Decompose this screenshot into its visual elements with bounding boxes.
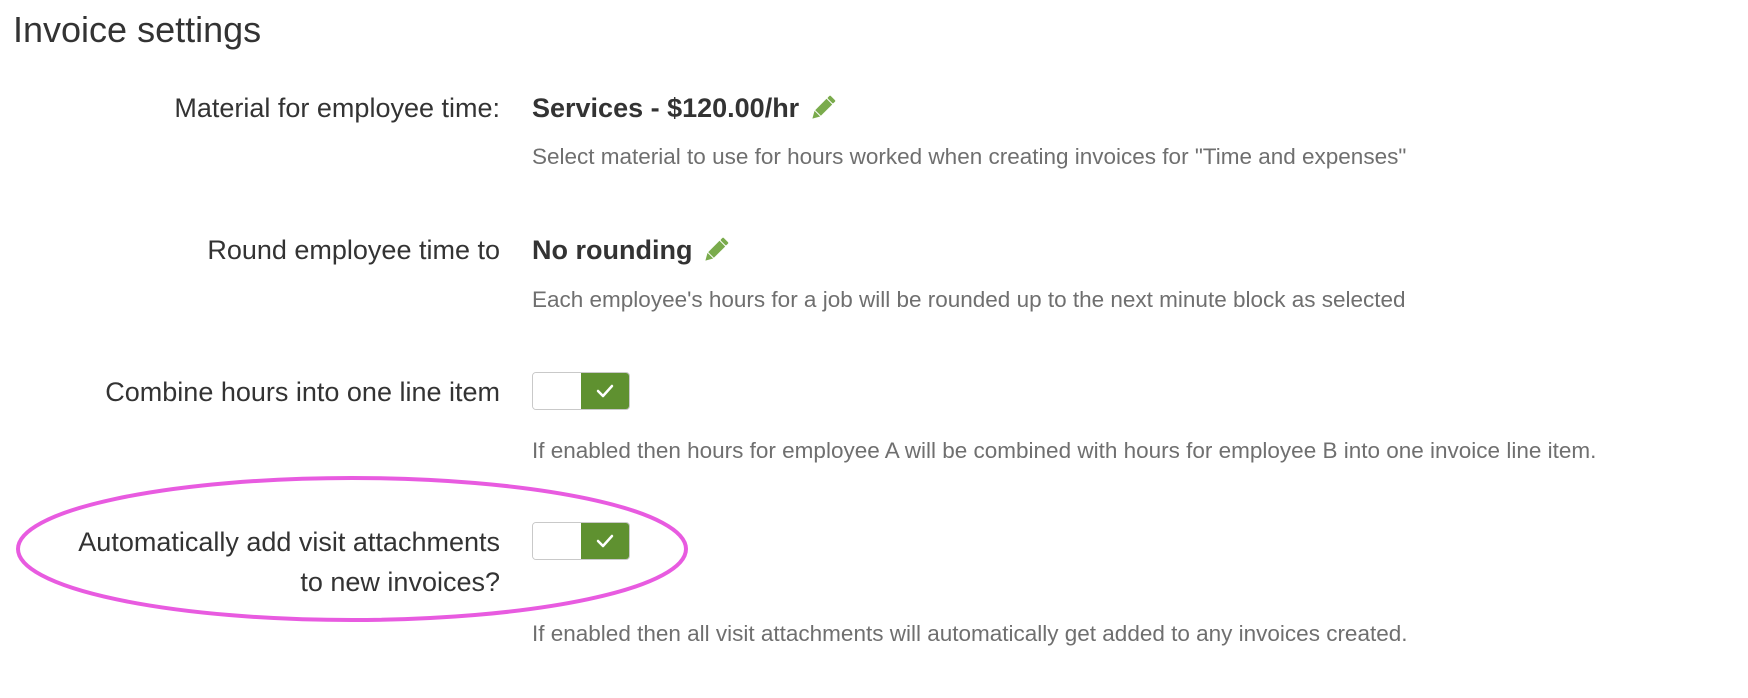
rounding-label: Round employee time to	[207, 235, 500, 265]
toggle-off-side	[533, 523, 581, 559]
invoice-settings-page: Invoice settings Material for employee t…	[0, 0, 1748, 698]
checkmark-icon	[596, 534, 614, 548]
toggle-on-side	[581, 373, 629, 409]
combine-hours-label: Combine hours into one line item	[105, 377, 500, 407]
toggle-on-side	[581, 523, 629, 559]
page-title: Invoice settings	[13, 9, 262, 50]
rounding-value: No rounding	[532, 235, 693, 265]
checkmark-icon	[596, 384, 614, 398]
attachments-label-line2: to new invoices?	[300, 567, 500, 597]
attachments-toggle[interactable]	[532, 522, 630, 560]
attachments-label-line1: Automatically add visit attachments	[78, 527, 500, 557]
material-label: Material for employee time:	[174, 93, 500, 123]
combine-hours-toggle[interactable]	[532, 372, 630, 410]
material-value: Services - $120.00/hr	[532, 93, 800, 123]
pencil-icon[interactable]	[807, 92, 839, 124]
combine-hours-help-text: If enabled then hours for employee A wil…	[532, 438, 1597, 463]
rounding-help-text: Each employee's hours for a job will be …	[532, 287, 1406, 312]
material-help-text: Select material to use for hours worked …	[532, 144, 1407, 169]
material-value-row: Services - $120.00/hr	[532, 88, 839, 128]
toggle-off-side	[533, 373, 581, 409]
pencil-icon[interactable]	[700, 234, 732, 266]
rounding-value-row: No rounding	[532, 230, 732, 270]
attachments-help-text: If enabled then all visit attachments wi…	[532, 621, 1408, 646]
